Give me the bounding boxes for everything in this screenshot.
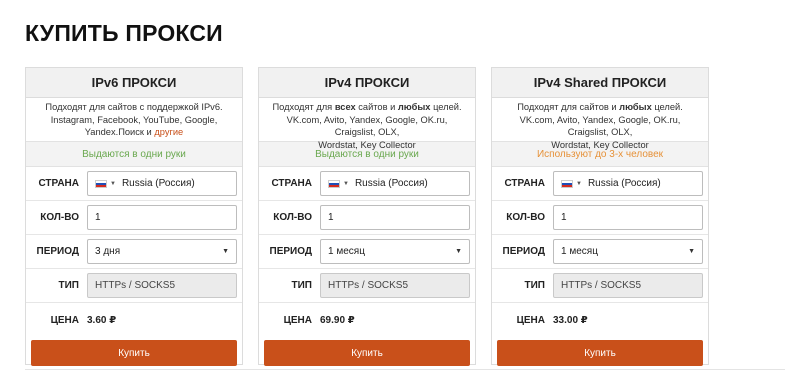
russia-flag-icon [328,179,340,188]
country-value: Russia (Россия) [121,178,195,189]
price-row: ЦЕНА 33.00 ₽ [492,303,708,337]
ipv4-shared-proxy-card: IPv4 Shared ПРОКСИ Подходят для сайтов и… [491,67,709,366]
type-label: ТИП [524,280,545,291]
description-text: VK.com, Avito, Yandex, Google, OK.ru, Cr… [519,114,681,138]
ipv6-proxy-card: IPv6 ПРОКСИ Подходят для сайтов с поддер… [25,67,243,366]
price-value: 69.90 ₽ [320,314,355,326]
country-label: СТРАНА [504,178,545,189]
period-value: 3 дня [95,246,121,257]
period-label: ПЕРИОД [269,246,313,257]
description-emphasis: любых [619,102,652,112]
quantity-label: КОЛ-ВО [40,212,79,223]
description-text: целей. [430,102,462,112]
country-select[interactable]: ▼ Russia (Россия) [87,171,237,196]
availability-notice: Выдаются в одни руки [26,141,242,167]
chevron-down-icon: ▼ [576,180,582,187]
period-value: 1 месяц [328,246,365,257]
divider [25,369,785,370]
description-text: Instagram, Facebook, YouTube, Google, Ya… [50,114,218,138]
card-title: IPv4 Shared ПРОКСИ [492,68,708,98]
buy-button[interactable]: Купить [497,340,703,366]
period-select[interactable]: 1 месяц ▼ [553,239,703,264]
quantity-input[interactable]: 1 [87,205,237,230]
price-label: ЦЕНА [516,314,545,326]
type-field: HTTPs / SOCKS5 [87,273,237,298]
card-title: IPv4 ПРОКСИ [259,68,475,98]
description-emphasis: любых [397,102,431,112]
period-label: ПЕРИОД [502,246,546,257]
description-text: целей. [651,102,683,112]
chevron-down-icon: ▼ [343,180,349,187]
type-label: ТИП [291,280,312,291]
page-title: КУПИТЬ ПРОКСИ [25,20,223,46]
type-row: ТИП HTTPs / SOCKS5 [26,269,242,303]
period-label: ПЕРИОД [36,246,80,257]
chevron-down-icon: ▼ [455,248,462,255]
buy-button[interactable]: Купить [264,340,470,366]
country-select[interactable]: ▼ Russia (Россия) [553,171,703,196]
description-emphasis: всех [334,102,356,112]
card-description: Подходят для сайтов и любых целей. VK.co… [492,98,708,150]
description-text: VK.com, Avito, Yandex, Google, OK.ru, Cr… [286,114,448,138]
description-text: Подходят для [272,102,335,112]
quantity-input[interactable]: 1 [553,205,703,230]
quantity-input[interactable]: 1 [320,205,470,230]
ipv4-proxy-card: IPv4 ПРОКСИ Подходят для всех сайтов и л… [258,67,476,366]
period-row: ПЕРИОД 3 дня ▼ [26,235,242,269]
description-text: Подходят для сайтов с поддержкой IPv6. [45,102,223,112]
period-select[interactable]: 1 месяц ▼ [320,239,470,264]
chevron-down-icon: ▼ [688,248,695,255]
price-row: ЦЕНА 69.90 ₽ [259,303,475,337]
period-row: ПЕРИОД 1 месяц ▼ [492,235,708,269]
chevron-down-icon: ▼ [110,180,116,187]
others-link[interactable]: другие [154,127,183,137]
country-value: Russia (Россия) [587,178,661,189]
quantity-label: КОЛ-ВО [506,212,545,223]
card-title: IPv6 ПРОКСИ [26,68,242,98]
quantity-row: КОЛ-ВО 1 [259,201,475,235]
card-description: Подходят для всех сайтов и любых целей. … [259,98,475,150]
country-label: СТРАНА [38,178,79,189]
description-text: Подходят для сайтов и [517,102,620,112]
chevron-down-icon: ▼ [222,248,229,255]
price-value: 33.00 ₽ [553,314,588,326]
period-value: 1 месяц [561,246,598,257]
price-label: ЦЕНА [283,314,312,326]
period-row: ПЕРИОД 1 месяц ▼ [259,235,475,269]
price-label: ЦЕНА [50,314,79,326]
country-value: Russia (Россия) [354,178,428,189]
card-description: Подходят для сайтов с поддержкой IPv6. I… [26,98,242,141]
period-select[interactable]: 3 дня ▼ [87,239,237,264]
buy-button[interactable]: Купить [31,340,237,366]
russia-flag-icon [561,179,573,188]
quantity-label: КОЛ-ВО [273,212,312,223]
country-row: СТРАНА ▼ Russia (Россия) [259,167,475,201]
type-label: ТИП [58,280,79,291]
quantity-row: КОЛ-ВО 1 [26,201,242,235]
type-row: ТИП HTTPs / SOCKS5 [259,269,475,303]
country-row: СТРАНА ▼ Russia (Россия) [492,167,708,201]
price-value: 3.60 ₽ [87,314,117,326]
price-row: ЦЕНА 3.60 ₽ [26,303,242,337]
type-field: HTTPs / SOCKS5 [553,273,703,298]
country-select[interactable]: ▼ Russia (Россия) [320,171,470,196]
country-row: СТРАНА ▼ Russia (Россия) [26,167,242,201]
country-label: СТРАНА [271,178,312,189]
description-text: сайтов и [355,102,398,112]
russia-flag-icon [95,179,107,188]
type-field: HTTPs / SOCKS5 [320,273,470,298]
type-row: ТИП HTTPs / SOCKS5 [492,269,708,303]
quantity-row: КОЛ-ВО 1 [492,201,708,235]
